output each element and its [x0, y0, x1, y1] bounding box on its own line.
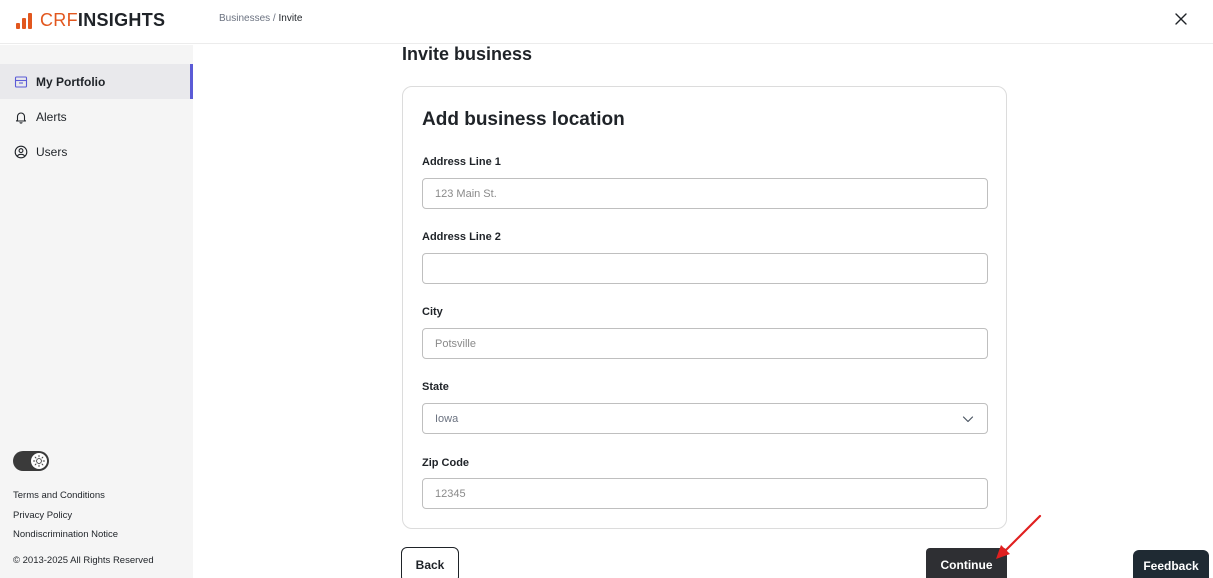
- address-line-2-input[interactable]: [422, 253, 988, 284]
- continue-button[interactable]: Continue: [926, 548, 1007, 578]
- close-icon: [1175, 13, 1187, 25]
- sidebar-item-my-portfolio[interactable]: My Portfolio: [0, 64, 193, 99]
- city-input[interactable]: [422, 328, 988, 359]
- bell-icon: [15, 111, 27, 124]
- address-line-1-input[interactable]: [422, 178, 988, 209]
- close-button[interactable]: [1171, 9, 1191, 29]
- zip-code-label: Zip Code: [422, 457, 470, 469]
- sidebar-item-label: My Portfolio: [36, 74, 106, 89]
- toggle-knob: [31, 453, 47, 469]
- sun-icon: [33, 455, 45, 467]
- brand-prefix: CRF: [40, 10, 78, 30]
- sidebar-item-alerts[interactable]: Alerts: [0, 99, 193, 134]
- brand-suffix: INSIGHTS: [77, 10, 166, 30]
- breadcrumb-parent[interactable]: Businesses: [219, 13, 270, 24]
- brand-logo[interactable]: CRFINSIGHTS: [16, 10, 165, 31]
- feedback-button[interactable]: Feedback: [1133, 550, 1209, 578]
- logo-bars-icon: [16, 12, 34, 29]
- store-icon: [14, 75, 28, 88]
- state-select[interactable]: Iowa: [422, 403, 988, 434]
- state-label: State: [422, 381, 449, 393]
- privacy-link[interactable]: Privacy Policy: [13, 510, 72, 521]
- breadcrumb: Businesses / Invite: [219, 13, 302, 24]
- sidebar-item-users[interactable]: Users: [0, 134, 193, 169]
- state-selected-value: Iowa: [435, 412, 459, 425]
- address-line-2-label: Address Line 2: [422, 231, 501, 243]
- sidebar-item-label: Alerts: [36, 109, 67, 124]
- card-title: Add business location: [422, 109, 625, 130]
- page-title: Invite business: [402, 44, 533, 64]
- terms-link[interactable]: Terms and Conditions: [13, 490, 105, 501]
- back-button[interactable]: Back: [401, 547, 459, 578]
- theme-toggle[interactable]: [13, 451, 49, 471]
- copyright: © 2013-2025 All Rights Reserved: [13, 555, 154, 566]
- location-form-card: Add business location Address Line 1 Add…: [402, 86, 1007, 529]
- sidebar-item-label: Users: [36, 144, 68, 159]
- user-circle-icon: [14, 145, 28, 158]
- brand-name: CRFINSIGHTS: [40, 10, 165, 31]
- zip-code-input[interactable]: [422, 478, 988, 509]
- city-label: City: [422, 306, 443, 318]
- address-line-1-label: Address Line 1: [422, 156, 501, 168]
- breadcrumb-current: Invite: [278, 13, 303, 24]
- sidebar: My Portfolio Alerts Users Terms and Cond…: [0, 45, 193, 578]
- top-bar: CRFINSIGHTS Businesses / Invite: [0, 0, 1213, 44]
- chevron-down-icon: [962, 415, 974, 422]
- nondiscrimination-link[interactable]: Nondiscrimination Notice: [13, 529, 118, 540]
